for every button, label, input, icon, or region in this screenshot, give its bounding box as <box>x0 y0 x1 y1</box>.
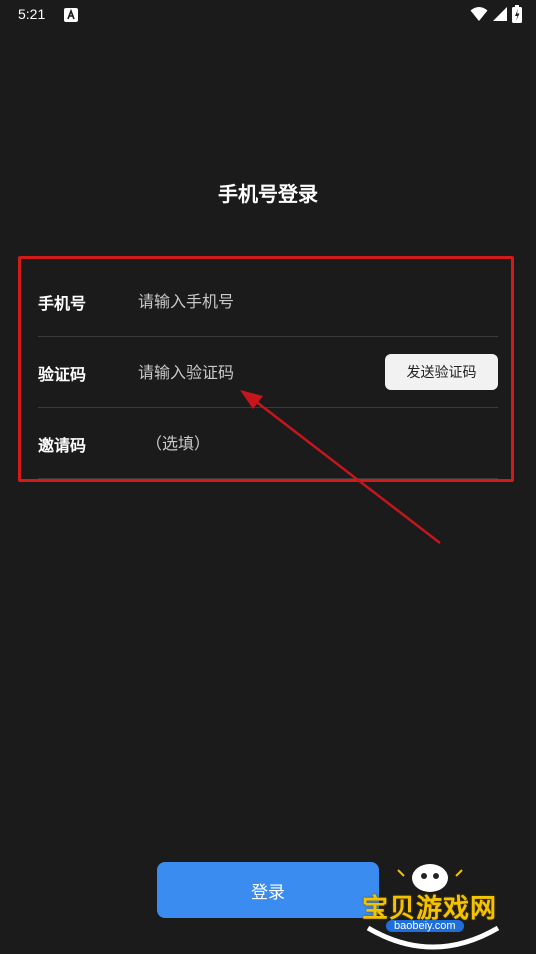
annotation-arrow <box>240 390 441 544</box>
watermark-url: baobeiy.com <box>386 920 464 932</box>
login-button[interactable]: 登录 <box>157 862 379 918</box>
watermark-logo: 宝贝游戏网 baobeiy.com <box>358 858 508 950</box>
